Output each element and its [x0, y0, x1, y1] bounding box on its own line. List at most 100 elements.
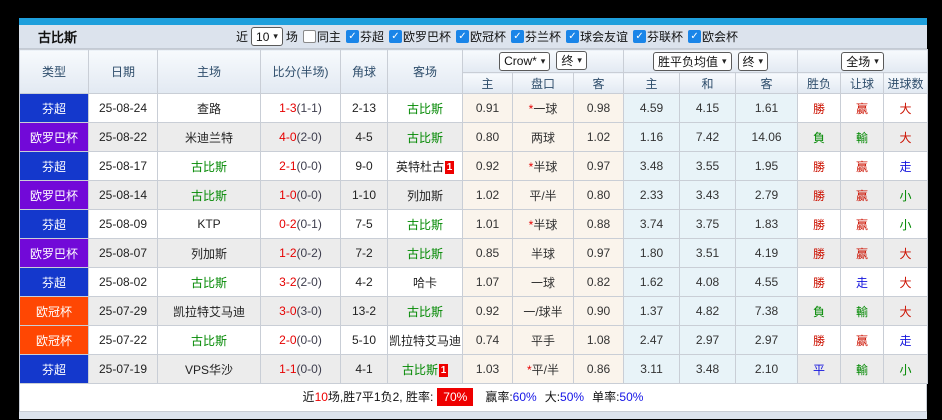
- filter-option[interactable]: ✓ 欧冠杯: [451, 28, 506, 45]
- fulltime-score: 4-0: [279, 130, 297, 144]
- home-team-link[interactable]: 列加斯: [191, 247, 227, 261]
- result-handicap: 赢: [840, 180, 885, 210]
- home-team-cell: 查路: [157, 93, 261, 123]
- avg-home-odds: 1.16: [623, 122, 681, 152]
- corners-cell: 7-2: [340, 238, 388, 268]
- home-team-link[interactable]: VPS华沙: [185, 363, 233, 377]
- filter-label: 欧会杯: [702, 30, 739, 44]
- corners-cell: 4-2: [340, 267, 388, 297]
- checkbox-checked-icon[interactable]: ✓: [455, 30, 469, 43]
- avg-select[interactable]: 胜平负均值 ▾: [652, 51, 732, 71]
- avg-away-odds: 7.38: [735, 296, 799, 326]
- column-header: 角球: [340, 49, 388, 94]
- avg-away-odds: 4.55: [735, 267, 799, 297]
- result-wdl: 勝: [797, 238, 842, 268]
- home-team-link[interactable]: 古比斯: [191, 160, 227, 174]
- halftime-score: (0-1): [296, 217, 322, 231]
- result-goals: 小: [883, 354, 929, 384]
- games-label: 场: [285, 30, 298, 44]
- avg-draw-odds: 3.48: [679, 354, 737, 384]
- over-rate-value: 50%: [560, 390, 585, 404]
- filter-label: 欧冠杯: [469, 30, 506, 44]
- handicap-text: 一球: [530, 275, 555, 290]
- away-team-link[interactable]: 哈卡: [413, 276, 437, 290]
- checkbox-checked-icon[interactable]: ✓: [345, 30, 359, 43]
- filter-option[interactable]: 同主: [298, 28, 341, 45]
- away-team-link[interactable]: 凯拉特艾马迪: [389, 334, 461, 348]
- away-team-cell: 英特杜古 1: [387, 151, 463, 181]
- league-badge: 芬超: [19, 151, 89, 181]
- result-handicap: 輸: [840, 296, 885, 326]
- recent-count-select[interactable]: 10 ▾: [251, 27, 283, 46]
- home-team-link[interactable]: 古比斯: [191, 334, 227, 348]
- score-cell: 4-0(2-0): [260, 122, 341, 152]
- home-team-link[interactable]: KTP: [197, 217, 220, 231]
- filter-option[interactable]: ✓ 球会友谊: [561, 28, 628, 45]
- checkbox-checked-icon[interactable]: ✓: [688, 30, 702, 43]
- away-team-cell: 哈卡: [387, 267, 463, 297]
- home-team-cell: 古比斯: [157, 267, 261, 297]
- fulltime-score: 3-2: [279, 275, 297, 289]
- filter-option[interactable]: ✓ 欧罗巴杯: [384, 28, 451, 45]
- home-team-link[interactable]: 古比斯: [191, 276, 227, 290]
- result-goals: 大: [883, 93, 929, 123]
- result-handicap: 輸: [840, 122, 885, 152]
- away-team-link[interactable]: 古比斯: [407, 305, 443, 319]
- scope-select[interactable]: 全场 ▾: [841, 51, 884, 71]
- home-team-link[interactable]: 古比斯: [191, 189, 227, 203]
- avg-time-select[interactable]: 终 ▾: [737, 51, 769, 71]
- odds-time-select[interactable]: 终 ▾: [556, 51, 587, 71]
- home-team-link[interactable]: 米迪兰特: [185, 131, 233, 145]
- corners-cell: 4-1: [340, 354, 388, 384]
- checkbox-unchecked-icon[interactable]: [302, 30, 316, 43]
- result-handicap: 赢: [840, 325, 885, 355]
- accent-bar: [19, 18, 927, 25]
- red-card-badge: 1: [439, 363, 448, 377]
- home-team-cell: 米迪兰特: [157, 122, 261, 152]
- avg-select-value: 胜平负均值: [657, 54, 718, 69]
- avg-away-odds: 2.97: [735, 325, 799, 355]
- away-team-link[interactable]: 英特杜古: [396, 160, 444, 174]
- halftime-score: (0-0): [296, 333, 322, 347]
- checkbox-checked-icon[interactable]: ✓: [510, 30, 524, 43]
- handicap-away-odds: 0.98: [572, 93, 625, 123]
- avg-home-odds: 4.59: [623, 93, 681, 123]
- checkbox-checked-icon[interactable]: ✓: [388, 30, 402, 43]
- handicap-away-odds: 1.02: [572, 122, 625, 152]
- away-team-link[interactable]: 古比斯: [407, 131, 443, 145]
- odds-company-select[interactable]: Crow* ▾: [499, 51, 551, 71]
- handicap-line: 平手: [512, 325, 574, 355]
- fulltime-score: 3-0: [279, 304, 297, 318]
- chevron-down-icon: ▾: [540, 55, 546, 66]
- filter-label: 芬超: [359, 30, 384, 44]
- home-team-link[interactable]: 查路: [197, 102, 221, 116]
- handicap-home-odds: 0.92: [462, 296, 513, 326]
- result-handicap: 輸: [840, 354, 885, 384]
- away-team-link[interactable]: 古比斯: [402, 363, 438, 377]
- avg-draw-odds: 3.51: [679, 238, 737, 268]
- away-team-link[interactable]: 列加斯: [407, 189, 443, 203]
- away-team-link[interactable]: 古比斯: [407, 247, 443, 261]
- checkbox-checked-icon[interactable]: ✓: [633, 30, 647, 43]
- filter-option[interactable]: ✓ 芬超: [341, 28, 384, 45]
- filter-option[interactable]: ✓ 芬兰杯: [506, 28, 561, 45]
- checkbox-checked-icon[interactable]: ✓: [566, 30, 579, 43]
- handicap-line: 两球: [512, 122, 574, 152]
- filter-label: 芬兰杯: [524, 30, 561, 44]
- home-team-link[interactable]: 凯拉特艾马迪: [173, 305, 245, 319]
- handicap-home-odds: 0.85: [462, 238, 513, 268]
- match-history-table: 类型 日期 主场 比分(半场) 角球 客场 Crow* ▾ 终 ▾ 胜平负均值 ▾ 终 ▾ 全场 ▾ 主…: [19, 49, 929, 384]
- single-rate-value: 50%: [619, 390, 644, 404]
- away-team-link[interactable]: 古比斯: [407, 218, 443, 232]
- away-team-link[interactable]: 古比斯: [407, 102, 443, 116]
- filter-option[interactable]: ✓ 欧会杯: [683, 28, 738, 45]
- score-cell: 2-1(0-0): [260, 151, 341, 181]
- halftime-score: (1-1): [296, 101, 322, 115]
- fulltime-score: 2-1: [279, 159, 297, 173]
- corners-cell: 7-5: [340, 209, 388, 239]
- table-header: 类型 日期 主场 比分(半场) 角球 客场 Crow* ▾ 终 ▾ 胜平负均值 ▾ 终 ▾ 全场 ▾ 主…: [19, 49, 929, 94]
- league-badge: 欧罗巴杯: [19, 122, 89, 152]
- filter-option[interactable]: ✓ 芬联杯: [628, 28, 683, 45]
- result-handicap: 赢: [840, 151, 885, 181]
- home-team-cell: 古比斯: [157, 151, 261, 181]
